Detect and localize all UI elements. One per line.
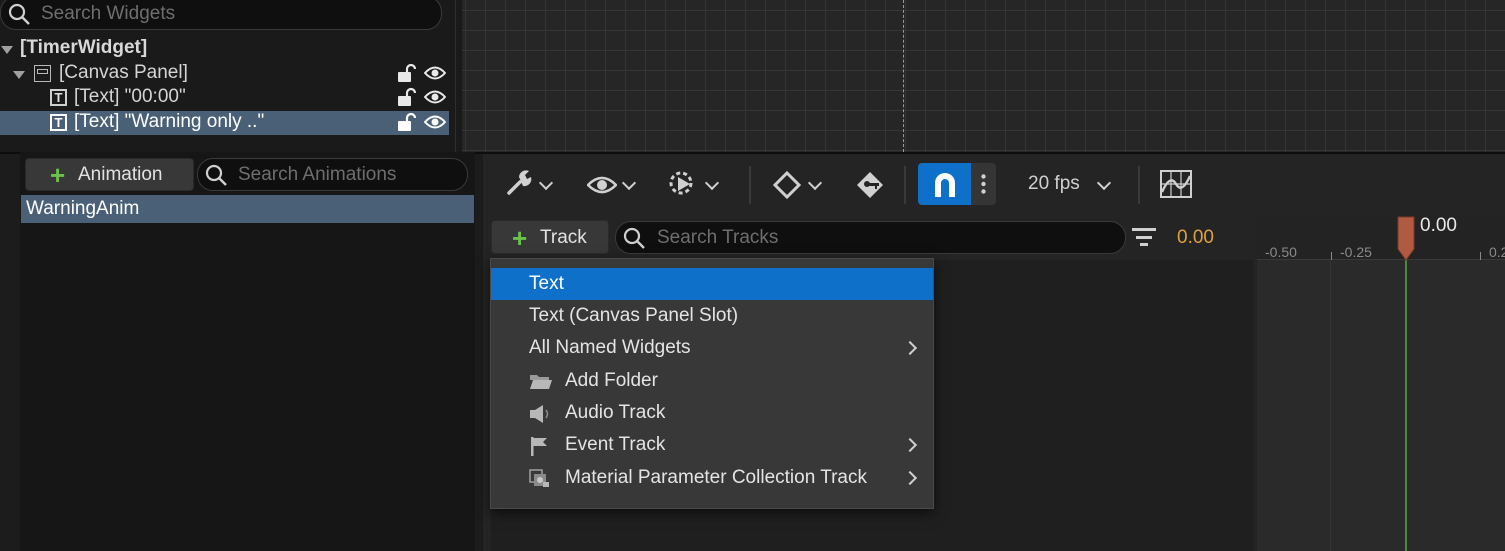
menu-item-label: Add Folder <box>565 370 658 391</box>
timeline-area[interactable] <box>1257 215 1505 551</box>
flag-icon <box>529 436 553 456</box>
add-track-label: Track <box>540 227 587 248</box>
menu-item-label: Audio Track <box>565 402 666 423</box>
playhead-line <box>1405 260 1407 551</box>
material-collection-icon <box>529 469 551 489</box>
tree-item-label: [Text] "00:00" <box>74 86 186 107</box>
toolbar-separator <box>904 166 906 204</box>
animation-item[interactable]: WarningAnim <box>21 195 474 223</box>
animation-search-placeholder: Search Animations <box>238 164 397 185</box>
menu-item-label: All Named Widgets <box>529 337 691 358</box>
auto-key-icon[interactable] <box>855 170 885 200</box>
snap-toggle-button[interactable] <box>918 163 971 205</box>
timeline-gridline <box>1330 261 1331 551</box>
lock-icon[interactable] <box>396 87 416 107</box>
curve-editor-icon[interactable] <box>1160 170 1192 198</box>
animation-search-input[interactable]: Search Animations <box>197 158 468 191</box>
key-diamond-icon[interactable] <box>773 171 801 199</box>
search-icon <box>7 2 31 26</box>
wrench-icon[interactable] <box>505 167 535 197</box>
view-eye-icon[interactable] <box>587 174 617 196</box>
playhead-time-label: 0.00 <box>1420 215 1457 236</box>
lock-icon[interactable] <box>396 63 416 83</box>
tree-item-canvas-panel[interactable]: [Canvas Panel] <box>0 62 449 86</box>
chevron-right-icon <box>902 470 918 486</box>
plus-icon: + <box>512 223 528 253</box>
ruler-label: -0.25 <box>1340 244 1372 260</box>
chevron-right-icon <box>902 437 918 453</box>
chevron-right-icon <box>902 340 918 356</box>
menu-item-label: Material Parameter Collection Track <box>565 467 867 488</box>
tree-item-timerwidget[interactable]: [TimerWidget] <box>0 37 449 61</box>
canvas-panel-icon <box>34 65 51 82</box>
playback-settings-icon[interactable] <box>667 169 697 199</box>
widget-search-placeholder: Search Widgets <box>41 3 176 24</box>
menu-item-label: Text (Canvas Panel Slot) <box>529 305 739 326</box>
tree-item-text-warning[interactable]: T [Text] "Warning only .." <box>0 111 449 135</box>
plus-icon: + <box>50 160 66 190</box>
menu-item-label: Event Track <box>565 434 666 455</box>
eye-icon[interactable] <box>424 114 446 130</box>
track-search-input[interactable]: Search Tracks <box>615 221 1126 254</box>
ruler-label: 0.2 <box>1489 244 1505 260</box>
menu-item-event-track[interactable]: Event Track <box>491 429 933 461</box>
search-icon <box>204 163 228 187</box>
widget-search-input[interactable]: Search Widgets <box>0 0 442 30</box>
audio-icon <box>529 404 553 424</box>
menu-item-label: Text <box>529 273 564 294</box>
expand-caret-icon[interactable] <box>1 46 13 54</box>
menu-item-all-named-widgets[interactable]: All Named Widgets <box>491 332 933 364</box>
fps-selector[interactable]: 20 fps <box>1028 173 1080 195</box>
eye-icon[interactable] <box>424 89 446 105</box>
magnet-icon <box>931 171 959 199</box>
toolbar-separator <box>749 166 751 204</box>
panel-splitter[interactable] <box>455 0 462 152</box>
lock-icon[interactable] <box>396 112 416 132</box>
add-animation-label: Animation <box>78 164 163 185</box>
search-icon <box>622 226 646 250</box>
toolbar-separator <box>1138 166 1140 204</box>
add-animation-button[interactable]: + Animation <box>25 158 194 191</box>
expand-caret-icon[interactable] <box>13 71 25 79</box>
text-widget-icon: T <box>50 114 67 131</box>
text-widget-icon: T <box>50 89 67 106</box>
track-search-placeholder: Search Tracks <box>657 227 779 248</box>
menu-item-add-folder[interactable]: Add Folder <box>491 365 933 397</box>
folder-icon <box>529 372 553 390</box>
tree-item-label: [Text] "Warning only .." <box>74 111 265 132</box>
more-vertical-icon <box>981 174 986 194</box>
menu-item-text[interactable]: Text <box>491 268 933 300</box>
tree-item-label: [TimerWidget] <box>20 37 148 58</box>
current-time-field[interactable]: 0.00 <box>1177 227 1214 249</box>
ruler-tick <box>1331 252 1332 260</box>
ruler-label: -0.50 <box>1265 244 1297 260</box>
menu-item-text-canvas-panel-slot[interactable]: Text (Canvas Panel Slot) <box>491 300 933 332</box>
eye-icon[interactable] <box>424 65 446 81</box>
canvas-guide-line <box>903 0 904 152</box>
menu-item-audio-track[interactable]: Audio Track <box>491 397 933 429</box>
add-track-button[interactable]: + Track <box>491 220 609 254</box>
playhead-handle[interactable] <box>1396 215 1416 261</box>
filter-icon[interactable] <box>1132 227 1156 247</box>
ruler-tick <box>1480 252 1481 260</box>
designer-canvas[interactable] <box>462 0 1505 152</box>
tree-item-label: [Canvas Panel] <box>59 62 188 83</box>
tree-item-text-timer[interactable]: T [Text] "00:00" <box>0 86 449 110</box>
menu-item-material-parameter-collection-track[interactable]: Material Parameter Collection Track <box>491 462 933 494</box>
snap-options-button[interactable] <box>971 163 996 205</box>
